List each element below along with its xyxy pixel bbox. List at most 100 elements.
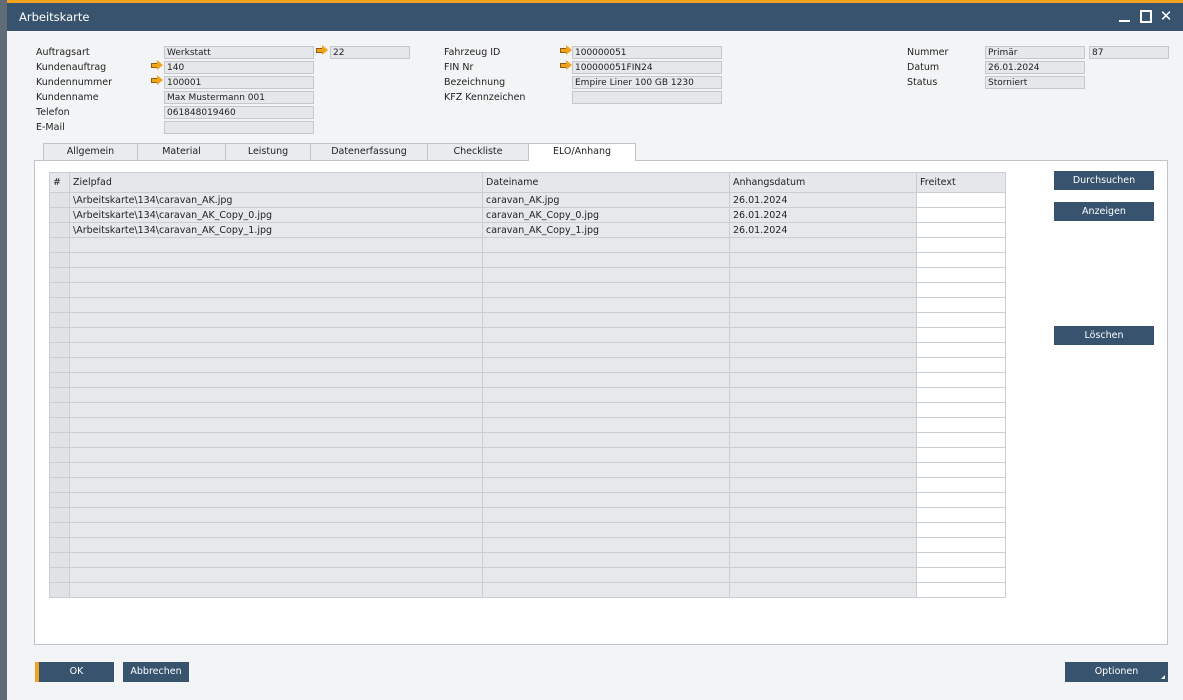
empty-cell[interactable] [729,312,917,328]
empty-cell[interactable] [49,357,70,373]
empty-cell[interactable] [916,567,1006,583]
dateiname-cell[interactable]: caravan_AK_Copy_1.jpg [482,222,730,238]
anhangsdatum-cell[interactable]: 26.01.2024 [729,192,917,208]
empty-cell[interactable] [729,552,917,568]
empty-cell[interactable] [916,552,1006,568]
empty-cell[interactable] [729,252,917,268]
empty-cell[interactable] [482,462,730,478]
empty-cell[interactable] [69,252,483,268]
empty-table-row[interactable] [49,492,1006,508]
empty-cell[interactable] [69,522,483,538]
empty-cell[interactable] [49,327,70,343]
empty-cell[interactable] [482,237,730,253]
empty-cell[interactable] [482,342,730,358]
table-row[interactable]: \Arbeitskarte\134\caravan_AK.jpg caravan… [49,192,1006,208]
empty-table-row[interactable] [49,582,1006,598]
empty-cell[interactable] [482,372,730,388]
freitext-cell[interactable] [916,207,1006,223]
empty-cell[interactable] [482,582,730,598]
field-kundenname[interactable]: Max Mustermann 001 [164,91,314,104]
empty-cell[interactable] [69,372,483,388]
delete-button[interactable]: Löschen [1054,326,1154,345]
empty-table-row[interactable] [49,507,1006,523]
empty-cell[interactable] [69,402,483,418]
empty-cell[interactable] [916,327,1006,343]
empty-cell[interactable] [916,312,1006,328]
tab-leistung[interactable]: Leistung [225,143,311,160]
tab-checkliste[interactable]: Checkliste [427,143,529,160]
empty-cell[interactable] [916,282,1006,298]
empty-cell[interactable] [49,477,70,493]
empty-cell[interactable] [482,432,730,448]
empty-cell[interactable] [729,567,917,583]
field-status[interactable]: Storniert [985,76,1085,89]
empty-table-row[interactable] [49,237,1006,253]
empty-cell[interactable] [729,522,917,538]
empty-table-row[interactable] [49,342,1006,358]
empty-cell[interactable] [49,372,70,388]
tab-material[interactable]: Material [137,143,226,160]
empty-cell[interactable] [482,267,730,283]
ok-button[interactable]: OK [35,662,114,682]
empty-cell[interactable] [49,522,70,538]
empty-table-row[interactable] [49,477,1006,493]
empty-cell[interactable] [916,582,1006,598]
empty-cell[interactable] [482,537,730,553]
empty-cell[interactable] [49,237,70,253]
empty-cell[interactable] [916,462,1006,478]
empty-cell[interactable] [916,387,1006,403]
field-fin-nr[interactable]: 100000051FIN24 [572,61,722,74]
empty-table-row[interactable] [49,417,1006,433]
empty-cell[interactable] [916,492,1006,508]
empty-table-row[interactable] [49,537,1006,553]
empty-cell[interactable] [729,282,917,298]
empty-cell[interactable] [729,342,917,358]
empty-table-row[interactable] [49,327,1006,343]
link-arrow-icon[interactable] [560,45,572,55]
field-auftragsart[interactable]: Werkstatt [164,46,314,59]
row-number-cell[interactable] [49,207,70,223]
anhangsdatum-cell[interactable]: 26.01.2024 [729,207,917,223]
empty-table-row[interactable] [49,282,1006,298]
empty-cell[interactable] [49,252,70,268]
field-bezeichnung[interactable]: Empire Liner 100 GB 1230 [572,76,722,89]
dateiname-cell[interactable]: caravan_AK.jpg [482,192,730,208]
empty-table-row[interactable] [49,462,1006,478]
empty-cell[interactable] [916,447,1006,463]
dateiname-cell[interactable]: caravan_AK_Copy_0.jpg [482,207,730,223]
field-nummer-series[interactable]: Primär [985,46,1085,59]
cancel-button[interactable]: Abbrechen [123,662,189,682]
row-number-cell[interactable] [49,192,70,208]
empty-cell[interactable] [69,492,483,508]
empty-cell[interactable] [916,477,1006,493]
link-arrow-icon[interactable] [560,60,572,70]
empty-table-row[interactable] [49,297,1006,313]
empty-cell[interactable] [729,237,917,253]
empty-cell[interactable] [729,417,917,433]
empty-table-row[interactable] [49,552,1006,568]
empty-cell[interactable] [729,447,917,463]
empty-cell[interactable] [729,402,917,418]
empty-cell[interactable] [482,402,730,418]
field-telefon[interactable]: 061848019460 [164,106,314,119]
empty-cell[interactable] [482,447,730,463]
empty-table-row[interactable] [49,522,1006,538]
column-header-zielpfad[interactable]: Zielpfad [69,172,483,193]
empty-cell[interactable] [49,447,70,463]
empty-cell[interactable] [916,297,1006,313]
zielpfad-cell[interactable]: \Arbeitskarte\134\caravan_AK_Copy_1.jpg [69,222,483,238]
empty-table-row[interactable] [49,402,1006,418]
empty-cell[interactable] [69,417,483,433]
empty-cell[interactable] [49,282,70,298]
empty-cell[interactable] [729,372,917,388]
empty-cell[interactable] [49,387,70,403]
empty-cell[interactable] [916,357,1006,373]
empty-table-row[interactable] [49,387,1006,403]
empty-cell[interactable] [49,267,70,283]
field-kundenauftrag[interactable]: 140 [164,61,314,74]
column-header-freitext[interactable]: Freitext [916,172,1006,193]
empty-table-row[interactable] [49,312,1006,328]
tab-datenerfassung[interactable]: Datenerfassung [310,143,428,160]
empty-cell[interactable] [69,432,483,448]
empty-cell[interactable] [49,537,70,553]
